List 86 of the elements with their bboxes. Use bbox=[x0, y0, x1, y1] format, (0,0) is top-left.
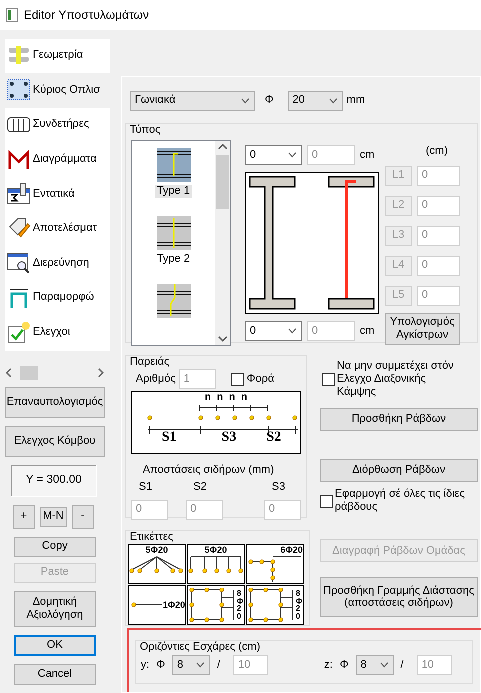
checkbox[interactable] bbox=[320, 494, 333, 508]
action-button[interactable]: Ελεγχος Κόμβου bbox=[5, 426, 105, 456]
checkbox[interactable] bbox=[322, 372, 335, 386]
dialog-button[interactable]: OK bbox=[14, 634, 96, 656]
group-title: Οριζόντιες Εσχάρες (cm) bbox=[138, 641, 263, 654]
sigma-sheet-icon bbox=[7, 182, 31, 206]
scrollbar-thumb[interactable] bbox=[20, 366, 38, 380]
bar-type-picture bbox=[156, 284, 191, 318]
type-item[interactable]: Type 1 bbox=[132, 141, 216, 210]
label-style-tile[interactable]: 1Φ20 bbox=[128, 585, 186, 626]
axis-label: y: bbox=[141, 658, 150, 672]
bar-group-drawing bbox=[128, 556, 186, 574]
evaluate-button[interactable]: Δομητική Αξιολόγηση bbox=[14, 590, 96, 626]
sidebar-item[interactable]: Κύριος Οπλισ bbox=[5, 73, 110, 108]
bar-type-picture bbox=[156, 216, 191, 250]
checkbox-label: Φορά bbox=[246, 372, 274, 386]
chevron-down-icon bbox=[288, 152, 297, 158]
unit-label: mm bbox=[346, 94, 366, 108]
unit-label: cm bbox=[360, 148, 375, 162]
segment-label: S1 bbox=[162, 430, 177, 446]
separator-label: / bbox=[217, 658, 220, 672]
step-button[interactable]: - bbox=[72, 504, 94, 528]
diameter-label: Φ bbox=[340, 658, 349, 672]
scroll-left-icon bbox=[5, 368, 13, 378]
spacing-label: n bbox=[241, 392, 248, 404]
hook-button[interactable]: Υπολογισμός Αγκίστρων bbox=[385, 312, 460, 345]
spacing-label: n bbox=[229, 392, 236, 404]
frame-diagram-icon bbox=[7, 148, 31, 172]
window-title: Editor Υποστυλωμάτων bbox=[24, 8, 150, 22]
label-style-tile[interactable]: 8Φ20 bbox=[246, 585, 304, 626]
magnifier-grid-icon bbox=[7, 251, 31, 276]
spacing-label: n bbox=[205, 392, 212, 404]
add-bars-button[interactable]: Προσθήκη Ράβδων bbox=[320, 408, 478, 432]
diameter-dropdown[interactable]: 20 bbox=[288, 91, 343, 111]
diameter-label: Φ bbox=[265, 94, 274, 108]
group-title: Τύπος bbox=[128, 124, 163, 138]
unit-label: cm bbox=[360, 324, 375, 338]
step-button[interactable]: + bbox=[13, 504, 35, 528]
spacings-title: Αποστάσεις σιδήρων (mm) bbox=[143, 464, 276, 478]
clipboard-button[interactable]: Copy bbox=[14, 536, 96, 556]
type-item[interactable]: Type 2 bbox=[132, 209, 216, 278]
label-style-tile[interactable]: 6Φ20 bbox=[246, 544, 304, 584]
diameter-dropdown[interactable]: 8 bbox=[356, 655, 394, 676]
checkmark-icon bbox=[7, 320, 31, 345]
type-list[interactable]: Type 1 Type 2 bbox=[131, 140, 231, 346]
chevron-down-icon bbox=[328, 98, 338, 104]
spacing-label: n bbox=[217, 392, 224, 404]
axis-label: z: bbox=[324, 658, 333, 672]
bar-group-drawing bbox=[247, 588, 295, 622]
label-style-tile[interactable]: 5Φ20 bbox=[128, 544, 186, 584]
group-title: Παρειάς bbox=[128, 356, 172, 370]
end-dropdown[interactable]: 0 bbox=[245, 145, 302, 166]
spacing-name: S2 bbox=[194, 481, 208, 495]
diameter-label: Φ bbox=[156, 658, 166, 672]
scroll-right-icon bbox=[97, 368, 105, 378]
end-dropdown[interactable]: 0 bbox=[245, 321, 302, 342]
spacing-name: S3 bbox=[272, 481, 286, 495]
dimension-line-button[interactable]: Προσθήκη Γραμμής Διάστασης (αποστάσεις σιδήρων) bbox=[320, 577, 478, 618]
chevron-down-icon bbox=[241, 98, 250, 104]
bar-type-picture bbox=[156, 148, 191, 182]
label-style-tile[interactable]: 5Φ20 bbox=[187, 544, 245, 584]
count-label: Αριθμός bbox=[136, 372, 176, 386]
group-title: Ετικέττες bbox=[128, 531, 176, 544]
dialog-button[interactable]: Cancel bbox=[14, 664, 96, 684]
chevron-down-icon bbox=[380, 662, 389, 668]
rebar-grid-icon bbox=[7, 78, 31, 102]
label-style-tile[interactable]: 8Φ20 bbox=[187, 585, 245, 626]
bar-group-drawing bbox=[188, 588, 236, 622]
segment-label: S3 bbox=[222, 430, 237, 446]
checkbox-label: Εφαρμογή σέ όλες τις ίδιες ράβδους bbox=[335, 488, 466, 514]
separator-label: / bbox=[400, 658, 404, 672]
diameter-dropdown[interactable]: 8 bbox=[172, 655, 210, 676]
chevron-down-icon bbox=[196, 662, 206, 668]
shape-dropdown[interactable]: Γωνιακά bbox=[130, 91, 255, 111]
segment-label: S2 bbox=[266, 430, 282, 446]
checkbox[interactable] bbox=[230, 372, 244, 386]
position-display: Y = 300.00 bbox=[11, 464, 97, 496]
app-icon bbox=[6, 8, 18, 22]
edit-bars-button[interactable]: Διόρθωση Ράβδων bbox=[320, 459, 478, 482]
action-button[interactable]: Επαναυπολογισμός bbox=[5, 386, 105, 418]
checkbox-label: Να μην συμμετέχει στόν Ελεγχο Διαξονικής Κάμψης bbox=[337, 360, 455, 400]
unit-label: (cm) bbox=[426, 144, 448, 158]
step-button[interactable]: M-N bbox=[40, 506, 67, 526]
spacing-name: S1 bbox=[139, 481, 154, 495]
chevron-down-icon bbox=[288, 328, 297, 334]
scrollbar-thumb[interactable] bbox=[216, 155, 230, 210]
